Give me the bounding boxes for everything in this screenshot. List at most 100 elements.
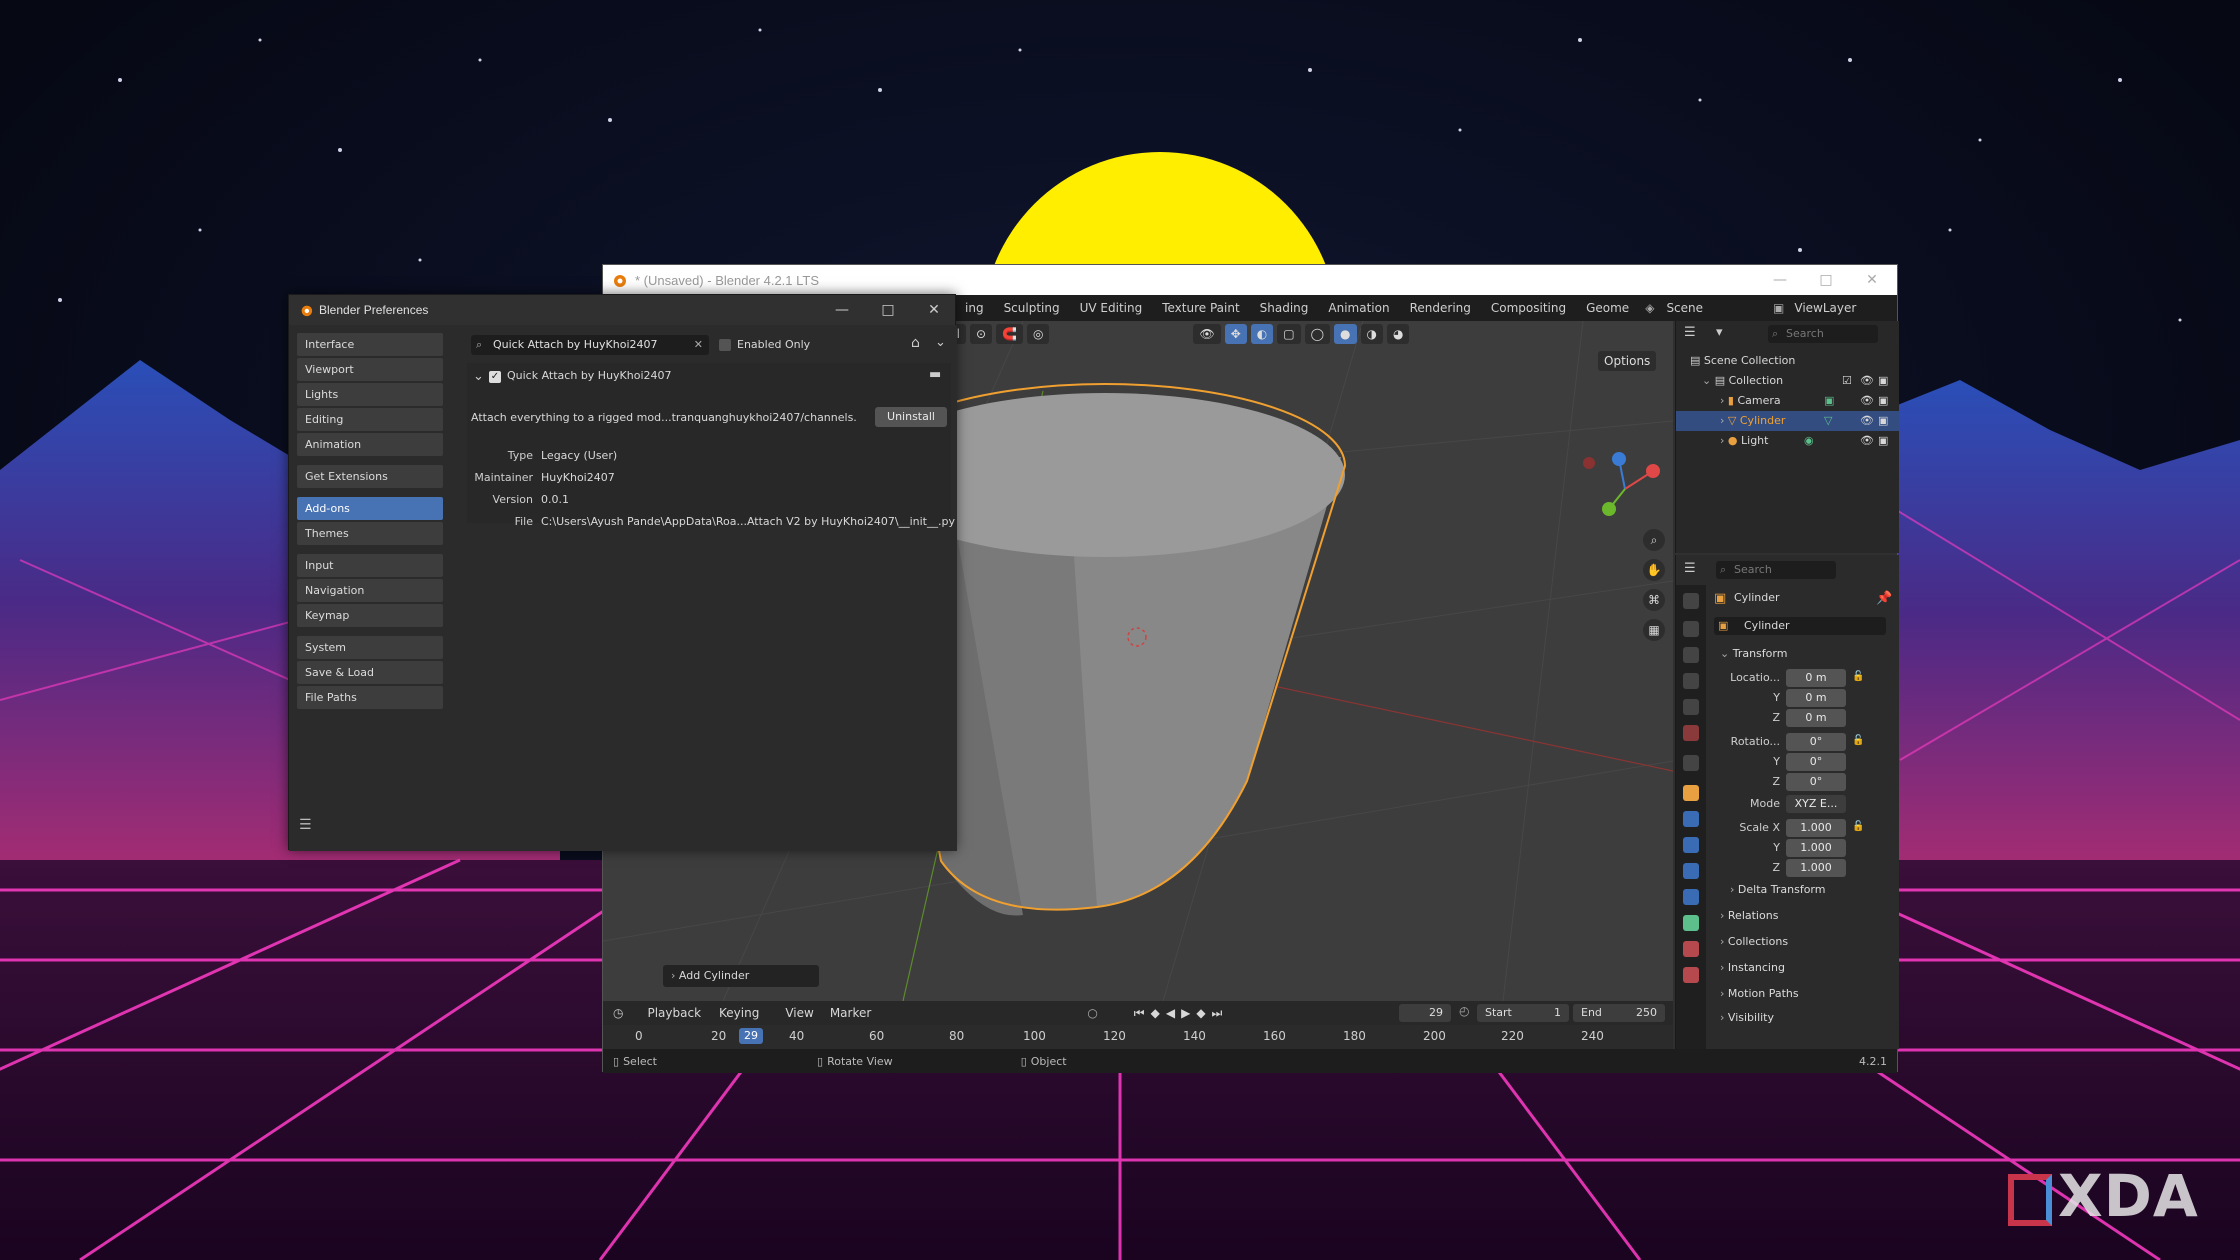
tab-geometry[interactable]: Geome	[1576, 301, 1639, 315]
camera-render-icon[interactable]: ▣	[1878, 371, 1888, 391]
location-y-field[interactable]: 0 m	[1786, 689, 1846, 707]
camera-render-icon[interactable]: ▣	[1878, 391, 1888, 411]
uninstall-button[interactable]: Uninstall	[875, 407, 947, 427]
addon-search-input[interactable]: ⌕ Quick Attach by HuyKhoi2407 ✕	[471, 335, 709, 355]
record-button-icon[interactable]: ○	[1087, 1006, 1097, 1020]
tool-tab-icon[interactable]	[1683, 593, 1699, 609]
jump-end-icon[interactable]: ⏭	[1212, 1006, 1223, 1021]
nav-file-paths[interactable]: File Paths	[297, 686, 443, 709]
eye-icon[interactable]: 👁	[1860, 371, 1874, 391]
outliner-search-input[interactable]: ⌕ Search	[1768, 325, 1878, 343]
scale-y-field[interactable]: 1.000	[1786, 839, 1846, 857]
scene-selector-icon[interactable]: ◈	[1645, 301, 1654, 315]
close-button[interactable]: ✕	[1849, 265, 1895, 295]
render-tab-icon[interactable]	[1683, 621, 1699, 637]
properties-search-input[interactable]: ⌕ Search	[1716, 561, 1836, 579]
nav-pan-icon[interactable]: ✋	[1643, 559, 1665, 581]
rotation-x-field[interactable]: 0°	[1786, 733, 1846, 751]
view-layer-tab-icon[interactable]	[1683, 673, 1699, 689]
relations-panel[interactable]: › Relations	[1706, 905, 1900, 927]
texture-tab-icon[interactable]	[1683, 967, 1699, 983]
camera-render-icon[interactable]: ▣	[1878, 411, 1888, 431]
checkbox-icon[interactable]: ☑	[1842, 371, 1852, 391]
location-z-field[interactable]: 0 m	[1786, 709, 1846, 727]
eye-icon[interactable]: 👁	[1860, 431, 1874, 451]
nav-zoom-icon[interactable]: ⌕	[1643, 529, 1665, 551]
current-frame-field[interactable]: 29	[1399, 1004, 1451, 1022]
end-frame-field[interactable]: End 250	[1573, 1004, 1665, 1022]
chevron-right-icon[interactable]: ›	[1720, 434, 1724, 447]
properties-editor-type-icon[interactable]: ☰	[1684, 561, 1696, 576]
wireframe-shading-icon[interactable]: ◯	[1304, 324, 1331, 344]
playhead-frame-indicator[interactable]: 29	[739, 1028, 763, 1044]
data-tab-icon[interactable]	[1683, 915, 1699, 931]
nav-get-extensions[interactable]: Get Extensions	[297, 465, 443, 488]
pivot-icon[interactable]: ⊙	[969, 324, 993, 344]
viewport-options-dropdown[interactable]: Options	[1598, 351, 1657, 371]
modifier-tab-icon[interactable]	[1683, 811, 1699, 827]
outliner-editor-type-icon[interactable]: ☰	[1684, 325, 1696, 340]
eye-icon[interactable]: 👁	[1860, 411, 1874, 431]
object-tab-icon[interactable]	[1683, 785, 1699, 801]
nav-add-ons[interactable]: Add-ons	[297, 497, 443, 520]
timeline-editor-type-icon[interactable]: ◷	[613, 1006, 623, 1020]
collection-tab-icon[interactable]	[1683, 755, 1699, 771]
tab-animation[interactable]: Animation	[1318, 301, 1399, 315]
solid-shading-icon[interactable]: ●	[1334, 324, 1357, 344]
lock-icon[interactable]: 🔓	[1852, 671, 1864, 682]
tag-filter-icon[interactable]: ⌂	[911, 335, 920, 351]
instancing-panel[interactable]: › Instancing	[1706, 957, 1900, 979]
nav-animation[interactable]: Animation	[297, 433, 443, 456]
addon-enable-checkbox[interactable]: ✓	[489, 371, 501, 383]
chevron-right-icon[interactable]: ›	[1720, 414, 1724, 427]
pin-icon[interactable]: 📌	[1876, 591, 1892, 606]
collections-panel[interactable]: › Collections	[1706, 931, 1900, 953]
view-menu[interactable]: View	[785, 1006, 813, 1020]
minimize-button[interactable]: —	[819, 295, 865, 325]
rotation-mode-dropdown[interactable]: XYZ E...	[1786, 795, 1846, 813]
outliner-filter-icon[interactable]: ▾	[1716, 325, 1723, 340]
visibility-icon[interactable]: 👁	[1193, 324, 1221, 344]
minimize-button[interactable]: —	[1757, 265, 1803, 295]
scene-selector[interactable]: Scene	[1656, 301, 1713, 315]
timeline-ruler[interactable]: 0 20 40 60 80 100 120 140 160 180 200 22…	[603, 1025, 1673, 1049]
nav-interface[interactable]: Interface	[297, 333, 443, 356]
tab-rendering[interactable]: Rendering	[1400, 301, 1481, 315]
nav-viewport[interactable]: Viewport	[297, 358, 443, 381]
folder-icon[interactable]: ▬	[929, 367, 941, 382]
scale-z-field[interactable]: 1.000	[1786, 859, 1846, 877]
lock-icon[interactable]: 🔓	[1852, 735, 1864, 746]
viewlayer-selector[interactable]: ViewLayer	[1784, 301, 1866, 315]
nav-input[interactable]: Input	[297, 554, 443, 577]
camera-render-icon[interactable]: ▣	[1878, 431, 1888, 451]
nav-editing[interactable]: Editing	[297, 408, 443, 431]
keying-menu[interactable]: Keying	[719, 1006, 759, 1020]
outliner-row-camera[interactable]: › ▮ Camera ▣ 👁 ▣	[1676, 391, 1899, 411]
physics-tab-icon[interactable]	[1683, 863, 1699, 879]
scene-tab-icon[interactable]	[1683, 699, 1699, 715]
world-tab-icon[interactable]	[1683, 725, 1699, 741]
next-keyframe-icon[interactable]: ◆	[1196, 1006, 1205, 1020]
scale-x-field[interactable]: 1.000	[1786, 819, 1846, 837]
rotation-y-field[interactable]: 0°	[1786, 753, 1846, 771]
overlay-toggle-icon[interactable]: ◐	[1250, 324, 1274, 344]
nav-keymap[interactable]: Keymap	[297, 604, 443, 627]
nav-save-load[interactable]: Save & Load	[297, 661, 443, 684]
delta-transform-panel[interactable]: › Delta Transform	[1706, 879, 1900, 901]
play-icon[interactable]: ▶	[1181, 1006, 1190, 1020]
jump-start-icon[interactable]: ⏮	[1134, 1006, 1145, 1021]
start-frame-field[interactable]: Start 1	[1477, 1004, 1569, 1022]
tab-uv-editing[interactable]: UV Editing	[1070, 301, 1153, 315]
xray-toggle-icon[interactable]: ▢	[1277, 324, 1301, 344]
prev-keyframe-icon[interactable]: ◆	[1151, 1006, 1160, 1020]
hamburger-menu-icon[interactable]: ☰	[299, 817, 312, 833]
last-operator-panel[interactable]: › Add Cylinder	[663, 965, 819, 987]
tab-texture-paint[interactable]: Texture Paint	[1152, 301, 1249, 315]
material-tab-icon[interactable]	[1683, 941, 1699, 957]
output-tab-icon[interactable]	[1683, 647, 1699, 663]
nav-perspective-icon[interactable]: ▦	[1643, 619, 1665, 641]
eye-icon[interactable]: 👁	[1860, 391, 1874, 411]
outliner-row-light[interactable]: › ● Light ◉ 👁 ▣	[1676, 431, 1899, 451]
tab-compositing[interactable]: Compositing	[1481, 301, 1576, 315]
nav-lights[interactable]: Lights	[297, 383, 443, 406]
